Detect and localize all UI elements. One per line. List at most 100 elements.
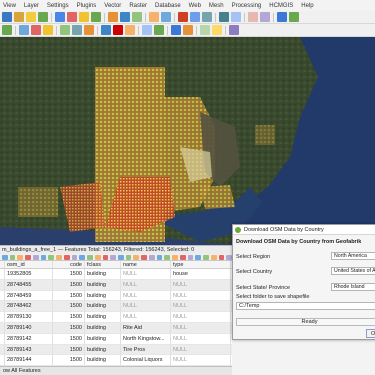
- table-row[interactable]: 28789143 1500 building Tire Pros NULL: [0, 344, 232, 356]
- table-row[interactable]: 28748459 1500 building NULL NULL: [0, 290, 232, 302]
- table-cell[interactable]: 28789142: [5, 333, 53, 344]
- show-all-features-button[interactable]: ow All Features: [0, 368, 41, 374]
- table-tool-icon[interactable]: [25, 254, 31, 260]
- tool-icon[interactable]: [231, 12, 241, 22]
- column-header[interactable]: osm_id: [5, 261, 53, 268]
- table-tool-icon[interactable]: [187, 254, 194, 260]
- tool-icon[interactable]: [212, 25, 222, 35]
- table-row[interactable]: 19352805 1500 building NULL house: [0, 269, 232, 280]
- table-cell[interactable]: 19352805: [5, 269, 53, 279]
- table-row[interactable]: 28789140 1500 building Rite Aid NULL: [0, 322, 232, 334]
- menu-item-vector[interactable]: Vector: [104, 3, 121, 9]
- table-cell[interactable]: building: [85, 344, 121, 355]
- table-tool-icon[interactable]: [71, 254, 78, 260]
- tool-icon[interactable]: [200, 25, 210, 35]
- menu-item-mesh[interactable]: Mesh: [209, 3, 224, 9]
- table-cell[interactable]: 1500: [53, 279, 85, 290]
- table-cell[interactable]: 1500: [53, 301, 85, 312]
- table-cell[interactable]: Tire Pros: [121, 344, 171, 355]
- table-cell[interactable]: 28748462: [5, 301, 53, 312]
- table-cell[interactable]: building: [85, 279, 121, 290]
- table-cell[interactable]: NULL: [171, 301, 231, 312]
- table-tool-icon[interactable]: [9, 254, 16, 260]
- tool-icon[interactable]: [154, 25, 164, 35]
- table-tool-icon[interactable]: [179, 254, 186, 260]
- country-select[interactable]: United States of America: [331, 267, 375, 275]
- tool-icon[interactable]: [108, 12, 118, 22]
- ok-button[interactable]: Ok: [366, 329, 375, 338]
- table-cell[interactable]: 28789140: [5, 322, 53, 333]
- table-cell[interactable]: 28748459: [5, 290, 53, 301]
- table-cell[interactable]: 28789143: [5, 344, 53, 355]
- menu-item-raster[interactable]: Raster: [129, 3, 147, 9]
- table-cell[interactable]: building: [85, 333, 121, 344]
- menu-item-layer[interactable]: Layer: [24, 3, 39, 9]
- tool-icon[interactable]: [14, 12, 24, 22]
- tool-icon[interactable]: [38, 12, 48, 22]
- table-cell[interactable]: 1500: [53, 269, 85, 279]
- tool-icon[interactable]: [132, 12, 142, 22]
- table-tool-icon[interactable]: [172, 254, 178, 260]
- table-cell[interactable]: 1500: [53, 344, 85, 355]
- tool-icon[interactable]: [190, 12, 200, 22]
- table-cell[interactable]: building: [85, 290, 121, 301]
- tool-icon[interactable]: [2, 12, 12, 22]
- table-cell[interactable]: NULL: [171, 322, 231, 333]
- tool-icon[interactable]: [178, 12, 188, 22]
- table-row[interactable]: 28789130 1500 building NULL NULL: [0, 312, 232, 323]
- tool-icon[interactable]: [248, 12, 258, 22]
- tool-icon[interactable]: [125, 25, 135, 35]
- tool-icon[interactable]: [91, 12, 101, 22]
- table-tool-icon[interactable]: [156, 254, 163, 260]
- table-tool-icon[interactable]: [210, 254, 217, 260]
- table-tool-icon[interactable]: [102, 254, 109, 260]
- folder-input[interactable]: C:/Temp: [236, 302, 375, 310]
- table-tool-icon[interactable]: [63, 254, 70, 260]
- column-header[interactable]: fclass: [85, 261, 121, 268]
- table-cell[interactable]: North Kingstow...: [121, 333, 171, 344]
- table-cell[interactable]: NULL: [171, 344, 231, 355]
- map-canvas[interactable]: [0, 37, 375, 245]
- menu-item-help[interactable]: Help: [301, 3, 313, 9]
- table-cell[interactable]: 1500: [53, 333, 85, 344]
- table-row[interactable]: 28789142 1500 building North Kingstow... NUL…: [0, 333, 232, 345]
- tool-icon[interactable]: [277, 12, 287, 22]
- table-tool-icon[interactable]: [48, 254, 55, 260]
- table-row[interactable]: 28789144 1500 building Colonial Liquors NULL: [0, 355, 232, 366]
- table-cell[interactable]: NULL: [121, 312, 171, 322]
- tool-icon[interactable]: [142, 25, 152, 35]
- menu-item-settings[interactable]: Settings: [47, 3, 69, 9]
- table-tool-icon[interactable]: [195, 254, 202, 260]
- table-row[interactable]: 28748455 1500 building NULL NULL: [0, 279, 232, 291]
- menu-item-processing[interactable]: Processing: [232, 3, 262, 9]
- state-select[interactable]: Rhode Island: [331, 283, 375, 291]
- table-tool-icon[interactable]: [79, 254, 86, 260]
- table-tool-icon[interactable]: [164, 254, 171, 260]
- table-tool-icon[interactable]: [133, 254, 140, 260]
- column-header[interactable]: type: [171, 261, 231, 268]
- tool-icon[interactable]: [171, 25, 181, 35]
- table-tool-icon[interactable]: [32, 254, 39, 260]
- tool-icon[interactable]: [2, 25, 12, 35]
- tool-icon[interactable]: [55, 12, 65, 22]
- table-tool-icon[interactable]: [40, 254, 47, 260]
- table-cell[interactable]: building: [85, 312, 121, 322]
- table-tool-icon[interactable]: [118, 254, 124, 260]
- table-cell[interactable]: 28789144: [5, 355, 53, 366]
- table-cell[interactable]: building: [85, 322, 121, 333]
- table-tool-icon[interactable]: [141, 254, 147, 260]
- table-tool-icon[interactable]: [110, 254, 117, 260]
- tool-icon[interactable]: [161, 12, 171, 22]
- table-cell[interactable]: NULL: [171, 355, 231, 366]
- tool-icon[interactable]: [31, 25, 41, 35]
- table-tool-icon[interactable]: [94, 254, 101, 260]
- table-cell[interactable]: NULL: [121, 279, 171, 290]
- table-cell[interactable]: building: [85, 301, 121, 312]
- table-cell[interactable]: 28748455: [5, 279, 53, 290]
- tool-icon[interactable]: [43, 25, 53, 35]
- tool-icon[interactable]: [120, 12, 130, 22]
- tool-icon[interactable]: [79, 12, 89, 22]
- table-tool-icon[interactable]: [148, 254, 155, 260]
- tool-icon[interactable]: [60, 25, 70, 35]
- tool-icon[interactable]: [149, 12, 159, 22]
